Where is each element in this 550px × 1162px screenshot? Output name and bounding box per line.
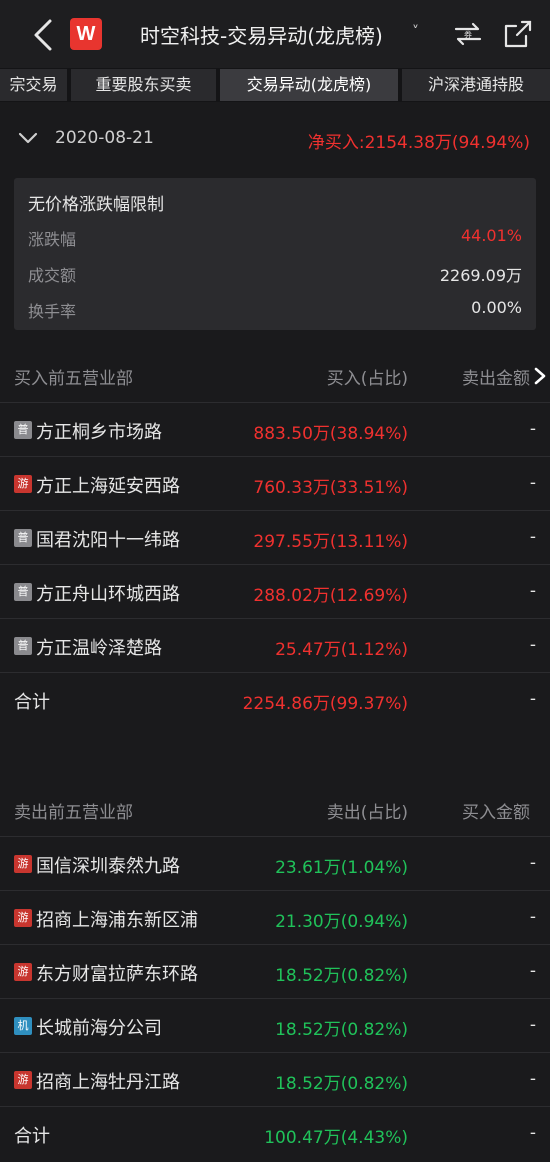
- sell-amount: -: [529, 419, 536, 439]
- title-dropdown-icon[interactable]: ˅: [412, 24, 419, 40]
- turnover-rate-label: 换手率: [28, 302, 77, 321]
- summary-row-turnover-rate: 换手率 0.00%: [28, 298, 522, 322]
- trader-type-badge: 普: [14, 583, 32, 601]
- buy-total-other: -: [529, 689, 536, 709]
- summary-card: 无价格涨跌幅限制 涨跌幅 44.01% 成交额 2269.09万 换手率 0.0…: [14, 178, 536, 330]
- summary-title: 无价格涨跌幅限制: [28, 195, 164, 215]
- tab-abnormal-trading[interactable]: 交易异动(龙虎榜): [220, 69, 398, 101]
- dept-name: 东方财富拉萨东环路: [36, 964, 198, 985]
- net-buy-value: 净买入:2154.38万(94.94%): [307, 133, 530, 153]
- trader-type-badge: 游: [14, 963, 32, 981]
- table-row[interactable]: 普 方正舟山环城西路 288.02万(12.69%) -: [0, 564, 550, 618]
- chevron-down-icon[interactable]: [18, 128, 38, 148]
- trader-type-badge: 普: [14, 529, 32, 547]
- chevron-right-icon[interactable]: [533, 366, 547, 386]
- table-row[interactable]: 游 东方财富拉萨东环路 18.52万(0.82%) -: [0, 944, 550, 998]
- sell-total-amount: 100.47万(4.43%): [264, 1128, 408, 1148]
- table-row[interactable]: 游 招商上海浦东新区浦 21.30万(0.94%) -: [0, 890, 550, 944]
- trader-type-badge: 游: [14, 855, 32, 873]
- turnover-amount-label: 成交额: [28, 266, 77, 285]
- table-row[interactable]: 游 方正上海延安西路 760.33万(33.51%) -: [0, 456, 550, 510]
- change-label: 涨跌幅: [28, 230, 77, 249]
- buy-col-amount: 买入(占比): [326, 369, 408, 389]
- summary-row-turnover-amount: 成交额 2269.09万: [28, 262, 522, 286]
- dept-name: 方正舟山环城西路: [36, 584, 180, 605]
- sell-col-amount: 卖出(占比): [326, 803, 408, 823]
- table-row[interactable]: 普 国君沈阳十一纬路 297.55万(13.11%) -: [0, 510, 550, 564]
- buy-amount: 25.47万(1.12%): [275, 640, 408, 660]
- sell-table-header: 卖出前五营业部 卖出(占比) 买入金额: [0, 786, 550, 834]
- buy-total-row: 合计 2254.86万(99.37%) -: [0, 672, 550, 726]
- sell-total-row: 合计 100.47万(4.43%) -: [0, 1106, 550, 1162]
- table-row[interactable]: 游 国信深圳泰然九路 23.61万(1.04%) -: [0, 836, 550, 890]
- table-row[interactable]: 普 方正桐乡市场路 883.50万(38.94%) -: [0, 402, 550, 456]
- buy-col-sell-amount: 卖出金额: [462, 369, 530, 389]
- buy-table-header: 买入前五营业部 买入(占比) 卖出金额: [0, 352, 550, 400]
- svg-text:券: 券: [464, 30, 472, 40]
- sell-amount: -: [529, 473, 536, 493]
- sell-amount: 18.52万(0.82%): [275, 966, 408, 986]
- section-divider: [0, 728, 550, 784]
- date-bar[interactable]: 2020-08-21 净买入:2154.38万(94.94%): [0, 116, 550, 164]
- turnover-rate-value: 0.00%: [471, 298, 522, 317]
- app-logo-icon: W: [70, 18, 102, 50]
- buy-amount: -: [529, 907, 536, 927]
- switch-icon[interactable]: 券: [452, 18, 484, 50]
- sell-amount: 21.30万(0.94%): [275, 912, 408, 932]
- sell-amount: -: [529, 635, 536, 655]
- sell-amount: 23.61万(1.04%): [275, 858, 408, 878]
- sell-amount: 18.52万(0.82%): [275, 1074, 408, 1094]
- tab-major-holder-trades[interactable]: 重要股东买卖: [71, 69, 216, 101]
- page-title[interactable]: 时空科技-交易异动(龙虎榜): [140, 20, 383, 49]
- top-bar: W 时空科技-交易异动(龙虎榜) ˅ 券: [0, 0, 550, 68]
- trader-type-badge: 普: [14, 421, 32, 439]
- buy-amount: 288.02万(12.69%): [253, 586, 408, 606]
- trade-date: 2020-08-21: [55, 128, 154, 148]
- trader-type-badge: 游: [14, 1071, 32, 1089]
- buy-total-amount: 2254.86万(99.37%): [242, 694, 408, 714]
- tab-block-trade[interactable]: 宗交易: [0, 69, 67, 101]
- change-value: 44.01%: [460, 226, 522, 245]
- total-label: 合计: [14, 692, 50, 713]
- tab-stock-connect-holdings[interactable]: 沪深港通持股: [402, 69, 550, 101]
- dept-name: 长城前海分公司: [36, 1018, 162, 1039]
- trader-type-badge: 游: [14, 909, 32, 927]
- dept-name: 方正桐乡市场路: [36, 422, 162, 443]
- trader-type-badge: 机: [14, 1017, 32, 1035]
- buy-amount: -: [529, 1069, 536, 1089]
- dept-name: 国君沈阳十一纬路: [36, 530, 180, 551]
- buy-amount: -: [529, 1015, 536, 1035]
- buy-amount: -: [529, 853, 536, 873]
- tab-bar: 宗交易 重要股东买卖 交易异动(龙虎榜) 沪深港通持股: [0, 68, 550, 102]
- table-row[interactable]: 普 方正温岭泽楚路 25.47万(1.12%) -: [0, 618, 550, 672]
- total-label: 合计: [14, 1126, 50, 1147]
- buy-col-dept: 买入前五营业部: [14, 369, 133, 389]
- dept-name: 招商上海浦东新区浦: [36, 910, 198, 931]
- sell-col-dept: 卖出前五营业部: [14, 803, 133, 823]
- share-icon[interactable]: [502, 18, 534, 50]
- dept-name: 方正上海延安西路: [36, 476, 180, 497]
- sell-amount: -: [529, 527, 536, 547]
- buy-amount: 883.50万(38.94%): [253, 424, 408, 444]
- sell-total-other: -: [529, 1123, 536, 1143]
- dept-name: 招商上海牡丹江路: [36, 1072, 180, 1093]
- buy-amount: 760.33万(33.51%): [253, 478, 408, 498]
- trader-type-badge: 普: [14, 637, 32, 655]
- buy-amount: -: [529, 961, 536, 981]
- summary-row-change: 涨跌幅 44.01%: [28, 226, 522, 250]
- sell-amount: -: [529, 581, 536, 601]
- sell-amount: 18.52万(0.82%): [275, 1020, 408, 1040]
- trader-type-badge: 游: [14, 475, 32, 493]
- sell-col-buy-amount: 买入金额: [462, 803, 530, 823]
- chevron-left-icon[interactable]: [30, 18, 58, 52]
- dept-name: 方正温岭泽楚路: [36, 638, 162, 659]
- table-row[interactable]: 机 长城前海分公司 18.52万(0.82%) -: [0, 998, 550, 1052]
- table-row[interactable]: 游 招商上海牡丹江路 18.52万(0.82%) -: [0, 1052, 550, 1106]
- turnover-amount-value: 2269.09万: [439, 266, 522, 285]
- dept-name: 国信深圳泰然九路: [36, 856, 180, 877]
- buy-amount: 297.55万(13.11%): [253, 532, 408, 552]
